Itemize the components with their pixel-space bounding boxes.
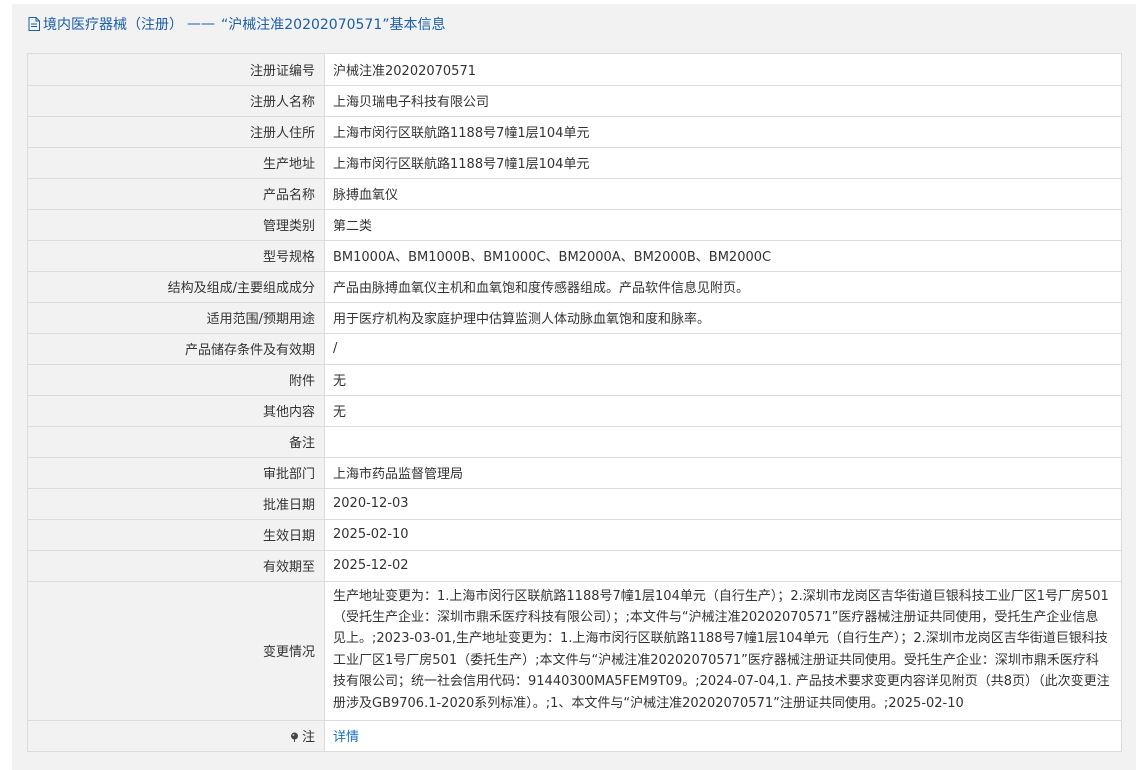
table-row: 其他内容无 <box>28 395 1121 427</box>
table-row: 有效期至 2025-12-02 <box>28 550 1121 582</box>
pin-icon <box>290 731 300 743</box>
table-row: 管理类别 第二类 <box>28 209 1121 241</box>
field-label: 注册证编号 <box>28 54 325 86</box>
table-row: 适用范围/预期用途 用于医疗机构及家庭护理中估算监测人体动脉血氧饱和度和脉率。 <box>28 302 1121 334</box>
table-row: 产品名称 脉搏血氧仪 <box>28 178 1121 210</box>
info-table: 注册证编号 沪械注准20202070571 注册人名称 上海贝瑞电子科技有限公司 注册人… <box>27 53 1122 752</box>
field-value: 上海市药品监督管理局 <box>324 457 1121 489</box>
field-value: 用于医疗机构及家庭护理中估算监测人体动脉血氧饱和度和脉率。 <box>324 302 1121 334</box>
table-row: 注册证编号 沪械注准20202070571 <box>28 54 1121 86</box>
field-value: 上海市闵行区联航路1188号7幢1层104单元 <box>324 147 1121 179</box>
table-row: 生产地址 上海市闵行区联航路1188号7幢1层104单元 <box>28 147 1121 179</box>
field-value: 2020-12-03 <box>324 488 1121 520</box>
field-value: 2025-02-10 <box>324 519 1121 551</box>
field-value: BM1000A、BM1000B、BM1000C、BM2000A、BM2000B、… <box>324 240 1121 272</box>
field-label: 批准日期 <box>28 488 325 520</box>
field-label: 变更情况 <box>28 581 325 721</box>
details-link[interactable]: 详情 <box>333 730 359 745</box>
field-value: 脉搏血氧仪 <box>324 178 1121 210</box>
field-value: / <box>324 333 1121 365</box>
field-label: 审批部门 <box>28 457 325 489</box>
table-row: 附件无 <box>28 364 1121 396</box>
table-row: 生效日期 2025-02-10 <box>28 519 1121 551</box>
title-suffix: 基本信息 <box>389 16 446 33</box>
field-label: 注册人名称 <box>28 85 325 117</box>
table-row: 结构及组成/主要组成成分 产品由脉搏血氧仪主机和血氧饱和度传感器组成。产品软件信息… <box>28 271 1121 303</box>
title-subject: “沪械注准20202070571” <box>221 16 390 33</box>
field-label: 有效期至 <box>28 550 325 582</box>
field-value: 产品由脉搏血氧仪主机和血氧饱和度传感器组成。产品软件信息见附页。 <box>324 271 1121 303</box>
table-row: 注册人住所 上海市闵行区联航路1188号7幢1层104单元 <box>28 116 1121 148</box>
field-value: 第二类 <box>324 209 1121 241</box>
field-value: 上海市闵行区联航路1188号7幢1层104单元 <box>324 116 1121 148</box>
field-label: 产品名称 <box>28 178 325 210</box>
field-label: 生效日期 <box>28 519 325 551</box>
field-value-change: 生产地址变更为：1.上海市闵行区联航路1188号7幢1层104单元（自行生产）；… <box>324 581 1121 721</box>
field-label: 生产地址 <box>28 147 325 179</box>
field-label: 注册人住所 <box>28 116 325 148</box>
table-row: 批准日期 2020-12-03 <box>28 488 1121 520</box>
table-row: 产品储存条件及有效期 / <box>28 333 1121 365</box>
table-row-note: 注 详情 <box>28 720 1121 752</box>
field-value <box>324 426 1121 458</box>
table-row: 审批部门 上海市药品监督管理局 <box>28 457 1121 489</box>
field-value: 沪械注准20202070571 <box>324 54 1121 86</box>
title-separator: —— <box>187 15 215 32</box>
field-value: 上海贝瑞电子科技有限公司 <box>324 85 1121 117</box>
document-icon <box>28 16 40 31</box>
field-value: 2025-12-02 <box>324 550 1121 582</box>
field-label: 其他内容 <box>28 395 325 427</box>
title-category: 境内医疗器械（注册） <box>43 16 183 33</box>
field-label: 备注 <box>28 426 325 458</box>
field-label: 产品储存条件及有效期 <box>28 333 325 365</box>
note-label: 注 <box>301 730 315 746</box>
field-label: 附件 <box>28 364 325 396</box>
field-label: 管理类别 <box>28 209 325 241</box>
field-label: 适用范围/预期用途 <box>28 302 325 334</box>
field-label: 结构及组成/主要组成成分 <box>28 271 325 303</box>
table-row: 备注 <box>28 426 1121 458</box>
table-row-change: 变更情况 生产地址变更为：1.上海市闵行区联航路1188号7幢1层104单元（自… <box>28 581 1121 721</box>
field-label: 型号规格 <box>28 240 325 272</box>
table-row: 注册人名称 上海贝瑞电子科技有限公司 <box>28 85 1121 117</box>
page-title: 境内医疗器械（注册） —— “沪械注准20202070571” 基本信息 <box>12 4 1136 43</box>
field-label-note: 注 <box>28 720 325 752</box>
field-value: 无 <box>324 395 1121 427</box>
field-value: 无 <box>324 364 1121 396</box>
detail-panel: 境内医疗器械（注册） —— “沪械注准20202070571” 基本信息 注册证… <box>12 4 1136 770</box>
table-row: 型号规格 BM1000A、BM1000B、BM1000C、BM2000A、BM20… <box>28 240 1121 272</box>
